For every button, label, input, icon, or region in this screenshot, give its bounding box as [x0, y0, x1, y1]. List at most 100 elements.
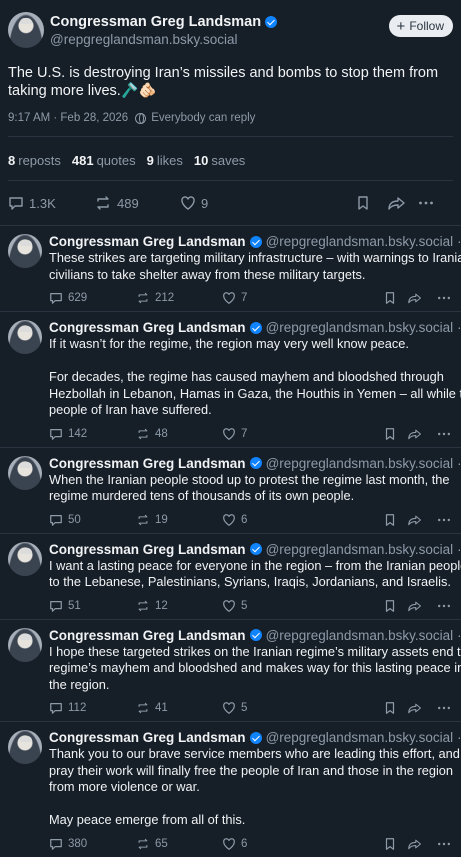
share-button[interactable] — [408, 837, 437, 851]
reply-author-name[interactable]: Congressman Greg Landsman — [49, 730, 246, 745]
share-button[interactable] — [388, 195, 418, 211]
reply-author-name[interactable]: Congressman Greg Landsman — [49, 234, 246, 249]
reply-body: Congressman Greg Landsman @repgreglandsm… — [49, 542, 461, 619]
reply-button[interactable]: 629 — [49, 291, 136, 305]
heart-icon — [223, 599, 235, 612]
share-button[interactable] — [408, 599, 437, 613]
avatar[interactable] — [8, 627, 42, 662]
reply-header: Congressman Greg Landsman @repgreglandsm… — [49, 542, 461, 557]
repost-button[interactable]: 12 — [136, 599, 222, 613]
post-timestamp[interactable]: 9:17 AM · Feb 28, 2026 — [8, 112, 128, 124]
bookmark-icon — [385, 837, 395, 850]
like-button[interactable]: 7 — [222, 427, 383, 441]
verified-badge-icon — [249, 321, 262, 334]
author-display-name[interactable]: Congressman Greg Landsman — [50, 14, 278, 30]
repost-button[interactable]: 212 — [136, 291, 222, 305]
avatar[interactable] — [8, 541, 42, 576]
reply-body: Congressman Greg Landsman @repgreglandsm… — [49, 628, 461, 722]
more-options-button[interactable] — [437, 291, 451, 305]
quotes-stat[interactable]: 481 quotes — [72, 153, 136, 168]
reply-author-name[interactable]: Congressman Greg Landsman — [49, 320, 246, 335]
follow-button[interactable]: + Follow — [388, 15, 453, 37]
verified-badge-icon — [265, 15, 278, 28]
more-options-button[interactable] — [437, 701, 451, 715]
like-button[interactable]: 5 — [222, 599, 383, 613]
bookmark-button[interactable] — [383, 837, 408, 851]
reply-post[interactable]: Congressman Greg Landsman @repgreglandsm… — [0, 225, 461, 311]
reply-author-name[interactable]: Congressman Greg Landsman — [49, 456, 246, 471]
reply-author-handle[interactable]: @repgreglandsman.bsky.social — [266, 542, 454, 557]
avatar[interactable] — [8, 730, 42, 764]
like-count: 6 — [241, 513, 248, 526]
share-button[interactable] — [408, 427, 437, 441]
bookmark-button[interactable] — [383, 291, 408, 305]
reply-post[interactable]: Congressman Greg Landsman @repgreglandsm… — [0, 618, 461, 722]
like-count: 5 — [241, 702, 248, 714]
bookmark-button[interactable] — [383, 701, 408, 715]
more-icon — [437, 432, 451, 435]
reposts-stat[interactable]: 8 reposts — [8, 153, 61, 168]
reply-button[interactable]: 380 — [49, 837, 136, 851]
reply-button[interactable]: 112 — [49, 701, 136, 715]
share-button[interactable] — [408, 701, 437, 715]
reply-age[interactable]: · 2h — [457, 542, 461, 557]
likes-stat[interactable]: 9 likes — [147, 153, 183, 168]
avatar[interactable] — [8, 455, 42, 490]
more-options-button[interactable] — [437, 837, 451, 851]
author-handle[interactable]: @repgreglandsman.bsky.social — [50, 32, 277, 47]
reply-author-name[interactable]: Congressman Greg Landsman — [49, 542, 246, 557]
heart-icon — [223, 837, 235, 850]
author-name[interactable]: Congressman Greg Landsman — [50, 14, 261, 30]
bookmark-button[interactable] — [356, 195, 388, 211]
avatar[interactable] — [8, 12, 44, 48]
reply-author-handle[interactable]: @repgreglandsman.bsky.social — [266, 320, 454, 335]
bookmark-button[interactable] — [383, 513, 408, 527]
reply-post[interactable]: Congressman Greg Landsman @repgreglandsm… — [0, 532, 461, 619]
share-button[interactable] — [408, 513, 437, 527]
plus-icon: + — [396, 17, 406, 35]
reply-button[interactable]: 50 — [49, 513, 136, 527]
repost-button[interactable]: 48 — [136, 427, 222, 441]
saves-stat: 10 saves — [193, 153, 246, 168]
more-options-button[interactable] — [437, 513, 451, 527]
reply-author-handle[interactable]: @repgreglandsman.bsky.social — [266, 730, 454, 745]
like-button[interactable]: 7 — [222, 291, 383, 305]
reply-author-name[interactable]: Congressman Greg Landsman — [49, 628, 246, 643]
bookmark-button[interactable] — [383, 599, 408, 613]
bookmark-button[interactable] — [383, 427, 408, 441]
avatar[interactable] — [8, 234, 42, 268]
reply-post[interactable]: Congressman Greg Landsman @repgreglandsm… — [0, 446, 461, 533]
reply-age[interactable]: · 2h — [457, 730, 461, 745]
reply-age[interactable]: · 2h — [457, 320, 461, 335]
like-button[interactable]: 6 — [222, 837, 383, 851]
reply-age[interactable]: · 2h — [457, 628, 461, 643]
reply-author-handle[interactable]: @repgreglandsman.bsky.social — [266, 628, 454, 643]
more-options-button[interactable] — [437, 427, 451, 441]
reply-author-handle[interactable]: @repgreglandsman.bsky.social — [266, 456, 454, 471]
reply-age[interactable]: · 2h — [457, 456, 461, 471]
repost-count: 65 — [155, 837, 168, 850]
repost-button[interactable]: 41 — [136, 701, 222, 715]
like-button[interactable]: 9 — [180, 195, 356, 211]
reply-button[interactable]: 1.3K — [8, 195, 94, 211]
reply-author-handle[interactable]: @repgreglandsman.bsky.social — [266, 234, 454, 249]
more-options-button[interactable] — [437, 599, 451, 613]
repost-button[interactable]: 65 — [136, 837, 222, 851]
avatar[interactable] — [8, 320, 42, 354]
bookmark-icon — [358, 196, 368, 210]
reply-post[interactable]: Congressman Greg Landsman @repgreglandsm… — [0, 721, 461, 857]
repost-button[interactable]: 489 — [94, 195, 180, 211]
reply-age[interactable]: · 2h — [457, 234, 461, 249]
reply-post[interactable]: Congressman Greg Landsman @repgreglandsm… — [0, 311, 461, 447]
reply-button[interactable]: 142 — [49, 427, 136, 441]
like-button[interactable]: 6 — [222, 513, 383, 527]
like-button[interactable]: 5 — [222, 701, 383, 715]
repost-button[interactable]: 19 — [136, 513, 222, 527]
reply-button[interactable]: 51 — [49, 599, 136, 613]
reply-icon — [50, 703, 62, 714]
reply-count: 112 — [68, 702, 87, 714]
more-options-button[interactable] — [418, 195, 434, 211]
follow-label: Follow — [409, 19, 444, 33]
reply-body: Congressman Greg Landsman @repgreglandsm… — [49, 730, 461, 857]
share-button[interactable] — [408, 291, 437, 305]
